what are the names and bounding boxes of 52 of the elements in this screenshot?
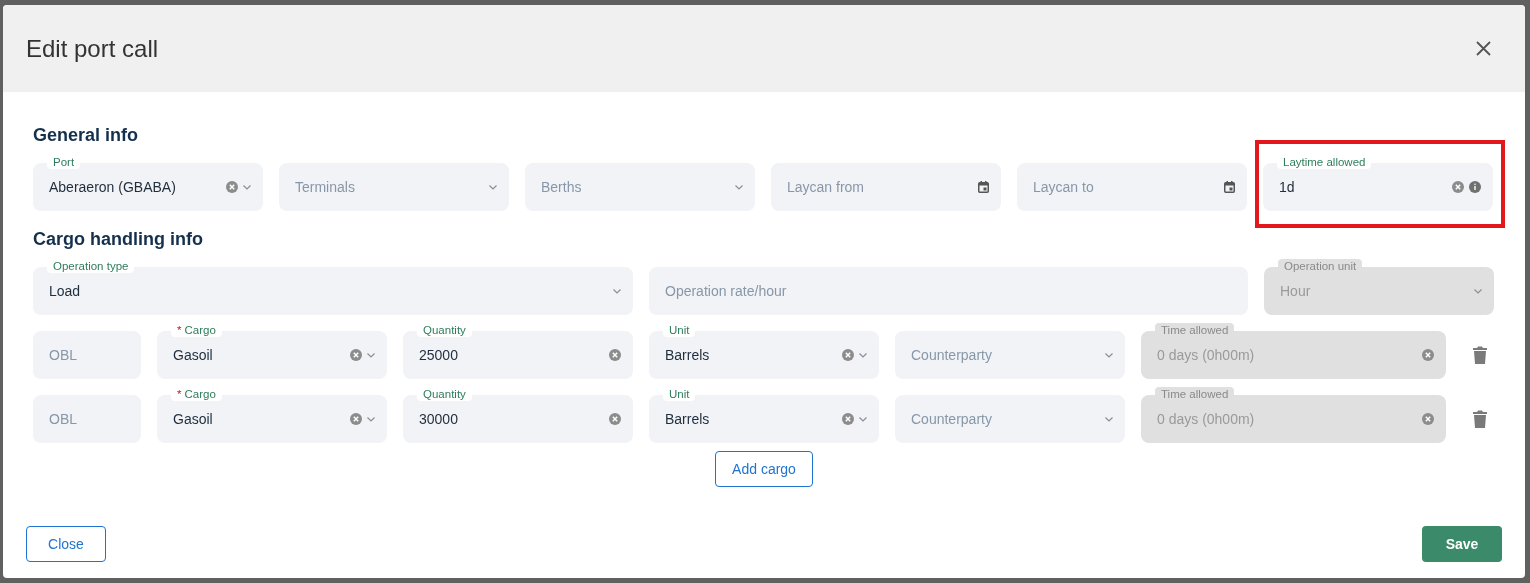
chevron-down-icon[interactable] — [859, 352, 867, 358]
clear-icon[interactable] — [609, 413, 621, 425]
field-label: Quantity — [417, 323, 472, 337]
field-label: Unit — [663, 387, 696, 401]
select-field[interactable]: Counterparty — [895, 395, 1125, 443]
field-label: * Cargo — [171, 387, 222, 401]
chevron-down-icon[interactable] — [367, 416, 375, 422]
clear-icon[interactable] — [350, 413, 362, 425]
dialog-title: Edit port call — [26, 34, 159, 63]
clear-icon[interactable] — [842, 349, 854, 361]
clear-icon[interactable] — [842, 413, 854, 425]
input-field[interactable]: OBL — [33, 331, 141, 379]
section-heading: Cargo handling info — [33, 230, 204, 248]
chevron-down-icon[interactable] — [1105, 416, 1113, 422]
date-field[interactable]: Laycan from — [771, 163, 1001, 211]
clear-icon[interactable] — [1452, 181, 1464, 193]
chevron-down-icon[interactable] — [613, 288, 621, 294]
input-field[interactable]: Operation rate/hour — [649, 267, 1248, 315]
date-field[interactable]: Laycan to — [1017, 163, 1247, 211]
field-label: * Cargo — [171, 323, 222, 337]
trash-icon[interactable] — [1473, 346, 1487, 364]
clear-icon[interactable] — [350, 349, 362, 361]
calendar-icon[interactable] — [978, 181, 989, 193]
field-label: Port — [47, 155, 81, 169]
chevron-down-icon[interactable] — [1474, 288, 1482, 294]
calendar-icon[interactable] — [1224, 181, 1235, 193]
chevron-down-icon[interactable] — [243, 184, 251, 190]
field-label: Operation type — [47, 259, 135, 273]
field-label: Laytime allowed — [1277, 155, 1372, 169]
select-field[interactable]: Terminals — [279, 163, 509, 211]
close-icon[interactable] — [1476, 41, 1491, 56]
select-field[interactable]: Berths — [525, 163, 755, 211]
section-heading: General info — [33, 126, 140, 144]
add-cargo-button[interactable]: Add cargo — [715, 451, 813, 487]
info-icon[interactable] — [1469, 181, 1481, 193]
trash-icon[interactable] — [1473, 410, 1487, 428]
field-label: Quantity — [417, 387, 472, 401]
chevron-down-icon[interactable] — [859, 416, 867, 422]
field-label: Time allowed — [1155, 387, 1235, 401]
field-label: Operation unit — [1278, 259, 1363, 273]
input-field[interactable]: OBL — [33, 395, 141, 443]
chevron-down-icon[interactable] — [735, 184, 743, 190]
field-label: Time allowed — [1155, 323, 1235, 337]
clear-icon[interactable] — [609, 349, 621, 361]
clear-icon[interactable] — [226, 181, 238, 193]
close-button[interactable]: Close — [26, 526, 106, 562]
chevron-down-icon[interactable] — [489, 184, 497, 190]
chevron-down-icon[interactable] — [367, 352, 375, 358]
field-label: Unit — [663, 323, 696, 337]
chevron-down-icon[interactable] — [1105, 352, 1113, 358]
save-button[interactable]: Save — [1422, 526, 1502, 562]
select-field[interactable]: Counterparty — [895, 331, 1125, 379]
